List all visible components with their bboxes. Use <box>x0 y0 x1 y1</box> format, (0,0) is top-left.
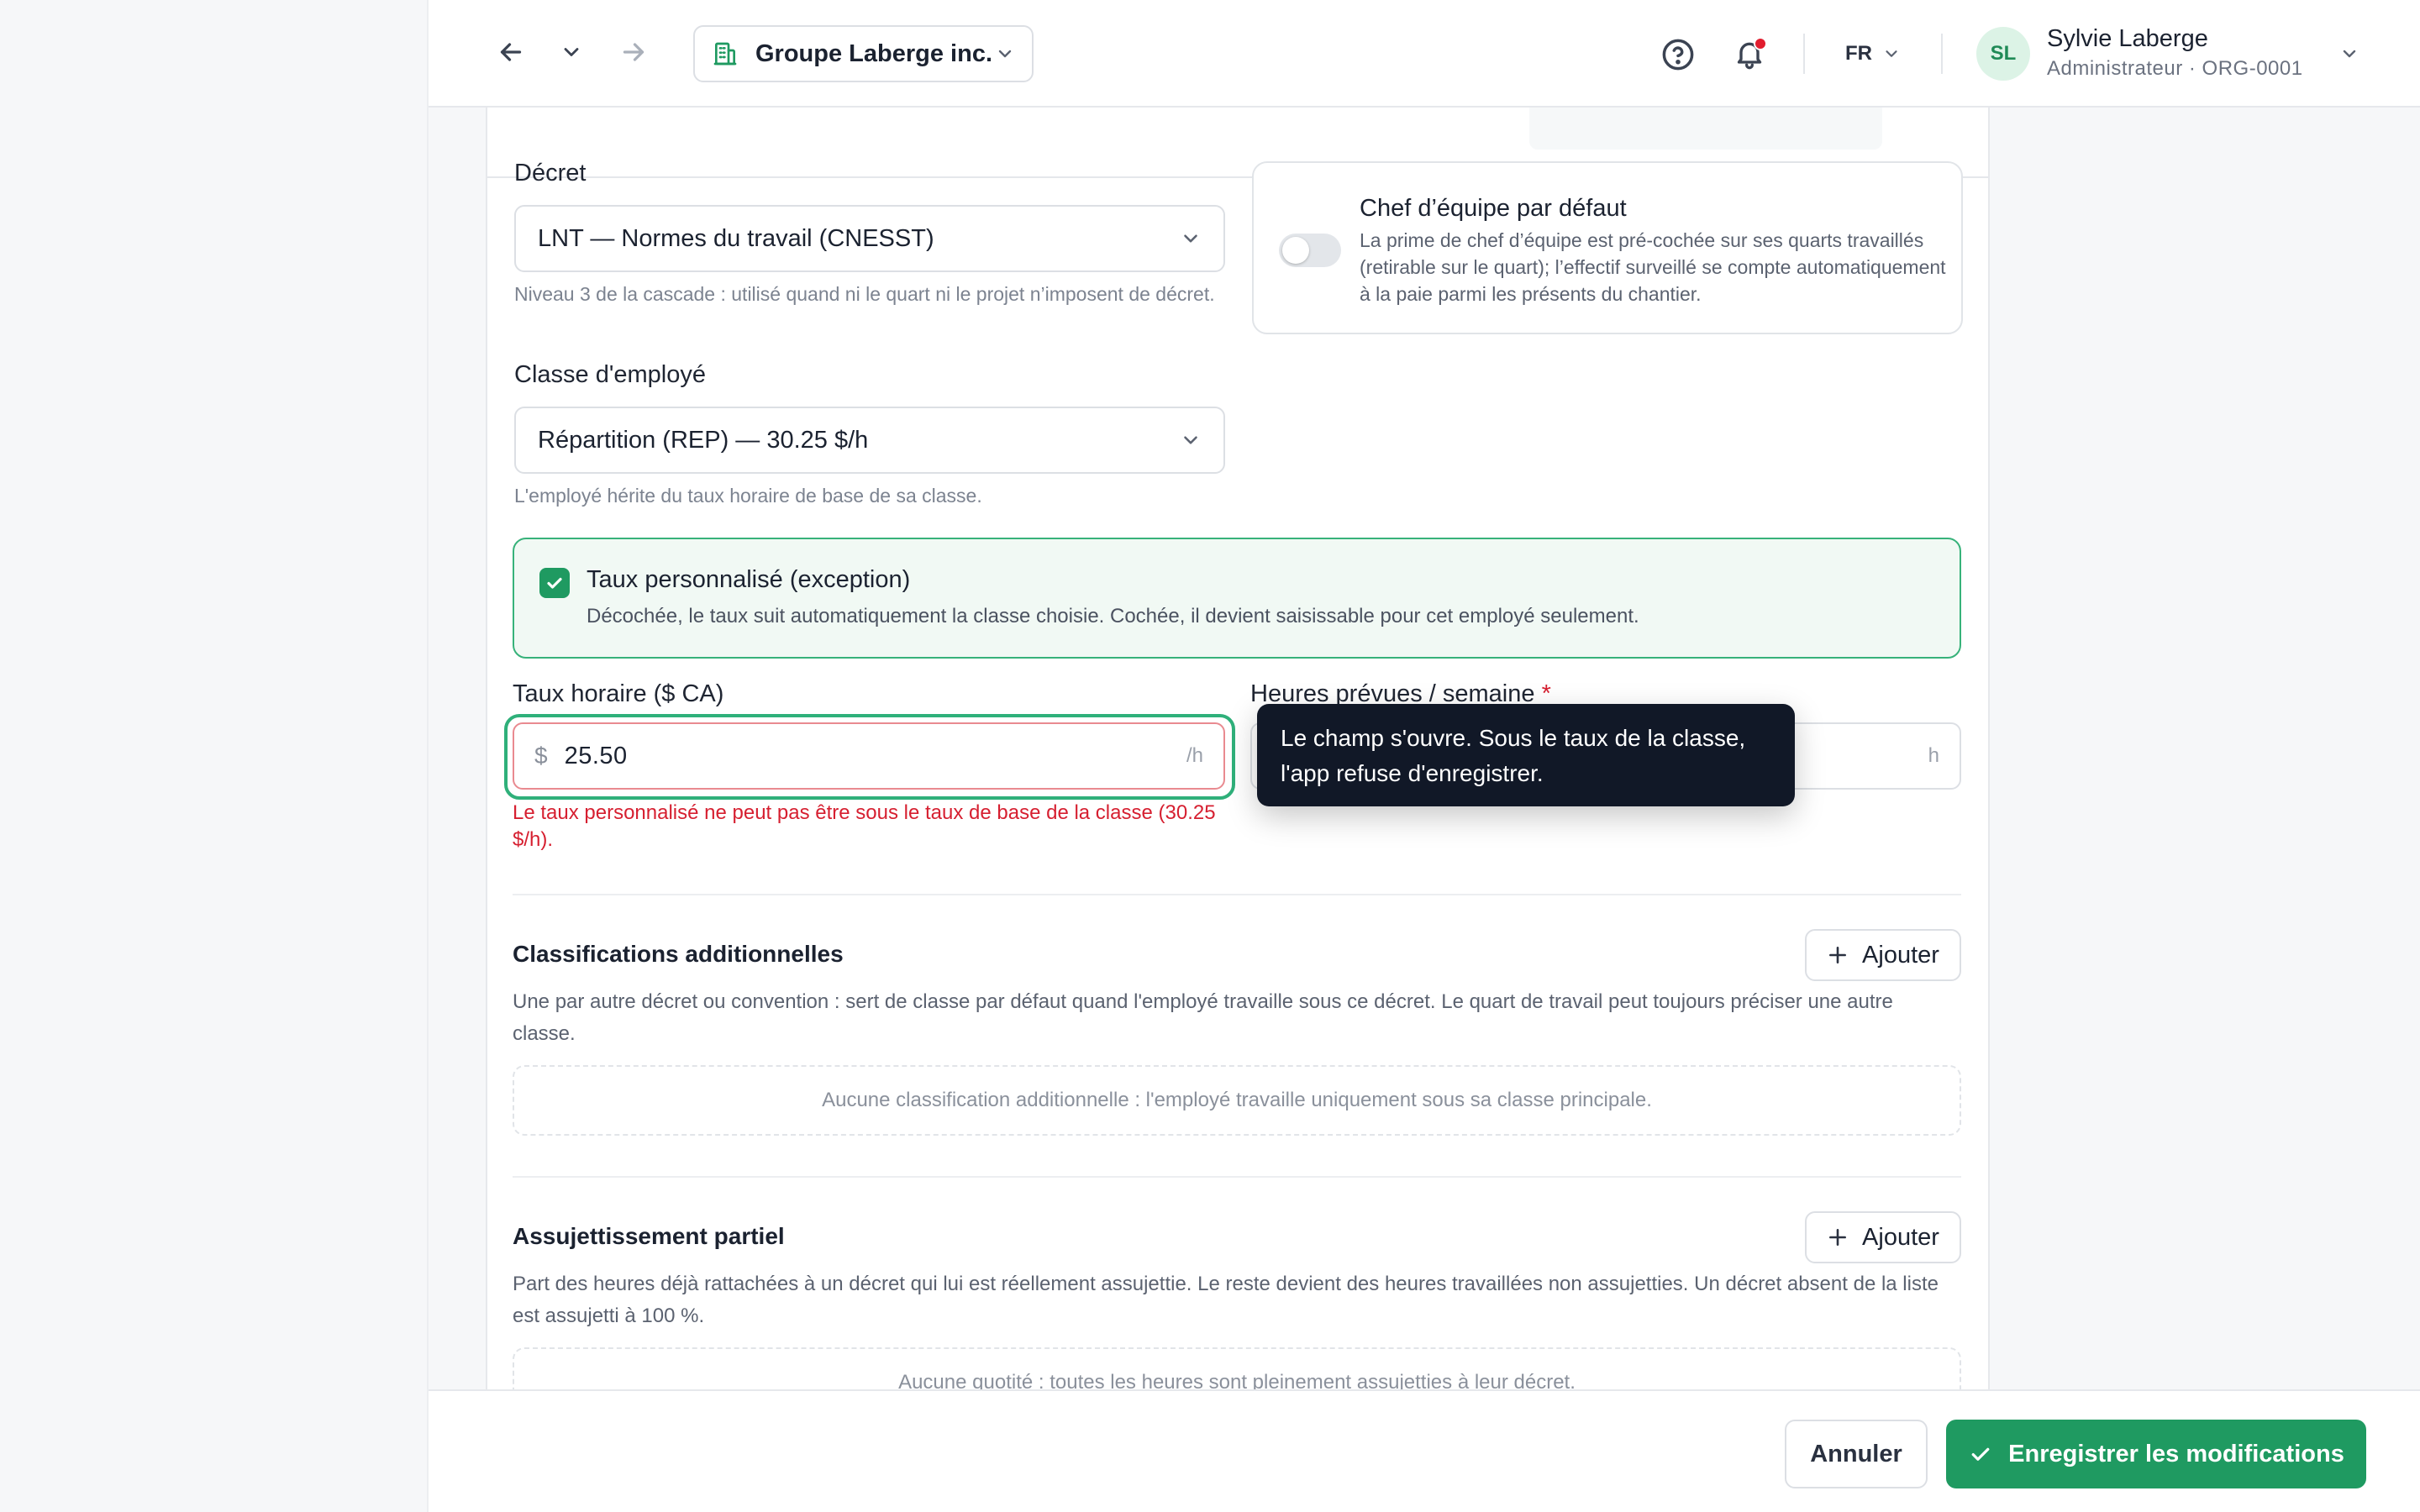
section-divider <box>513 1176 1961 1178</box>
rate-tooltip: Le champ s'ouvre. Sous le taux de la cla… <box>1257 704 1795 806</box>
custom-rate-title: Taux personnalisé (exception) <box>587 566 911 593</box>
user-menu-chevron-down-icon[interactable] <box>2339 44 2360 64</box>
chevron-down-icon <box>1180 228 1202 249</box>
team-lead-description: La prime de chef d’équipe est pré-cochée… <box>1360 229 1946 305</box>
team-lead-toggle[interactable] <box>1279 234 1341 267</box>
forward-arrow-icon[interactable] <box>618 37 649 67</box>
hourly-rate-unit: /h <box>1186 744 1203 767</box>
bottom-action-bar: Annuler Enregistrer les modifications <box>429 1389 2420 1512</box>
hourly-rate-input[interactable]: $ 25.50 /h <box>513 722 1225 790</box>
decree-label: Décret <box>514 160 587 186</box>
custom-rate-description: Décochée, le taux suit automatiquement l… <box>587 605 1639 627</box>
employee-class-label: Classe d'employé <box>514 361 706 388</box>
classifications-title: Classifications additionnelles <box>513 941 844 967</box>
hourly-rate-label: Taux horaire ($ CA) <box>513 680 724 707</box>
team-lead-card: Chef d’équipe par défaut La prime de che… <box>1252 161 1963 334</box>
custom-rate-card[interactable]: Taux personnalisé (exception) Décochée, … <box>513 538 1961 659</box>
chevron-down-icon <box>1180 429 1202 451</box>
organization-select[interactable]: Groupe Laberge inc. <box>693 25 1034 82</box>
cancel-button[interactable]: Annuler <box>1785 1420 1928 1488</box>
chevron-down-icon <box>1882 45 1901 63</box>
add-partial-label: Ajouter <box>1862 1223 1939 1251</box>
decree-select[interactable]: LNT — Normes du travail (CNESST) <box>514 205 1225 272</box>
partial-description: Part des heures déjà rattachées à un déc… <box>513 1273 1939 1327</box>
employee-class-select[interactable]: Répartition (REP) — 30.25 $/h <box>514 407 1225 474</box>
help-circle-icon[interactable] <box>1660 37 1696 72</box>
employee-class-value: Répartition (REP) — 30.25 $/h <box>538 426 869 454</box>
user-name[interactable]: Sylvie Laberge <box>2047 25 2208 53</box>
section-divider <box>513 894 1961 895</box>
plus-icon <box>1827 1226 1849 1248</box>
right-gutter <box>1990 0 2420 1512</box>
hourly-rate-error: Le taux personnalisé ne peut pas être so… <box>513 801 1216 851</box>
chevron-down-icon <box>995 44 1015 64</box>
partial-title: Assujettissement partiel <box>513 1223 785 1249</box>
classifications-description: Une par autre décret ou convention : ser… <box>513 990 1893 1045</box>
employee-class-help: L'employé hérite du taux horaire de base… <box>514 485 982 507</box>
decree-value: LNT — Normes du travail (CNESST) <box>538 224 934 252</box>
hourly-rate-value: 25.50 <box>564 742 628 769</box>
history-chevron-down-icon[interactable] <box>560 37 583 67</box>
avatar[interactable]: SL <box>1976 27 2030 81</box>
topbar-separator <box>1803 34 1805 74</box>
organization-name: Groupe Laberge inc. <box>755 39 992 67</box>
team-lead-title: Chef d’équipe par défaut <box>1360 195 1627 222</box>
add-partial-button[interactable]: Ajouter <box>1805 1211 1961 1263</box>
add-classification-label: Ajouter <box>1862 941 1939 969</box>
weekly-hours-unit: h <box>1928 744 1939 767</box>
language-value: FR <box>1845 42 1872 65</box>
save-button[interactable]: Enregistrer les modifications <box>1946 1420 2366 1488</box>
top-bar: Groupe Laberge inc. FR SL Sylvie Laberge… <box>429 0 2420 108</box>
save-label: Enregistrer les modifications <box>2008 1440 2344 1467</box>
custom-rate-checkbox[interactable] <box>539 568 570 598</box>
classifications-empty: Aucune classification additionnelle : l'… <box>513 1065 1961 1136</box>
left-gutter-edge <box>427 0 429 1512</box>
toggle-knob <box>1282 237 1309 264</box>
user-role: Administrateur · ORG-0001 <box>2047 57 2303 80</box>
topbar-separator <box>1941 34 1943 74</box>
left-gutter <box>0 0 429 1512</box>
add-classification-button[interactable]: Ajouter <box>1805 929 1961 981</box>
currency-prefix: $ <box>534 743 548 769</box>
back-arrow-icon[interactable] <box>496 37 526 67</box>
decree-help: Niveau 3 de la cascade : utilisé quand n… <box>514 283 1215 305</box>
notification-dot <box>1754 37 1767 50</box>
check-icon <box>1968 1441 1993 1467</box>
language-select[interactable]: FR <box>1845 37 1901 71</box>
plus-icon <box>1827 944 1849 966</box>
building-icon <box>712 40 739 67</box>
check-icon <box>547 577 562 589</box>
